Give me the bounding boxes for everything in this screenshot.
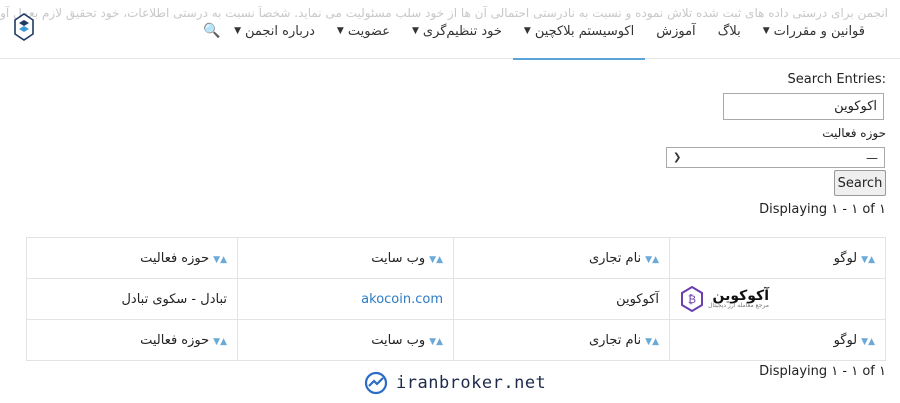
menu-item-about[interactable]: درباره انجمن ▼ [223,14,326,48]
column-label: نام تجاری [588,332,642,348]
menu-item-blockchain-ecosystem[interactable]: اکوسیستم بلاکچین ▼ [512,14,646,60]
sort-icon: ▲▼ [429,336,443,347]
menu-item-rules[interactable]: قوانین و مقررات ▼ [752,14,876,48]
menu-item-education[interactable]: آموزش [645,14,706,48]
chart-arrow-icon [364,371,388,395]
column-header-activity[interactable]: ▲▼حوزه فعالیت [26,237,238,279]
sort-icon: ▲▼ [645,254,659,265]
website-link[interactable]: akocoin.com [361,292,443,307]
sort-icon: ▲▼ [645,336,659,347]
column-footer-brand-name[interactable]: ▲▼نام تجاری [453,319,670,361]
sort-icon: ▲▼ [861,336,875,347]
menu-label: درباره انجمن [245,23,315,39]
cell-logo: ₿ آکوکوین مرجع معامله ارز دیجیتال [669,278,886,320]
column-footer-website[interactable]: ▲▼وب سایت [237,319,454,361]
column-label: حوزه فعالیت [140,332,210,348]
activity-field-label: حوزه فعالیت [822,126,886,140]
caret-down-icon: ▼ [336,26,344,36]
directory-table: ▲▼لوگو ▲▼نام تجاری ▲▼وب سایت ▲▼حوزه فعال… [26,237,886,361]
menu-label: قوانین و مقررات [773,23,865,39]
sort-icon: ▲▼ [213,336,227,347]
table-row: ₿ آکوکوین مرجع معامله ارز دیجیتال آکوکوی… [26,278,886,320]
displaying-count-bottom: Displaying ۱ - ۱ of ۱ [759,364,886,379]
search-icon[interactable]: 🔍 [201,23,223,39]
menu-label: بلاگ [717,23,741,39]
search-input[interactable] [723,93,884,120]
column-header-brand-name[interactable]: ▲▼نام تجاری [453,237,670,279]
table-header-row: ▲▼لوگو ▲▼نام تجاری ▲▼وب سایت ▲▼حوزه فعال… [26,237,886,279]
column-label: حوزه فعالیت [140,250,210,266]
search-entries-label: Search Entries: [787,72,886,87]
logo-wordmark: آکوکوین [712,288,770,304]
caret-down-icon: ▼ [762,26,770,36]
column-label: وب سایت [371,250,426,266]
menu-label: اکوسیستم بلاکچین [534,23,635,39]
menu-item-blog[interactable]: بلاگ [707,14,752,48]
watermark: iranbroker.net [364,371,546,395]
column-label: وب سایت [371,332,426,348]
menu-item-membership[interactable]: عضویت ▼ [326,14,401,48]
menu-label: خود تنظیم‌گری [422,23,502,39]
cell-website: akocoin.com [237,278,454,320]
svg-text:₿: ₿ [688,293,696,306]
sort-icon: ▲▼ [429,254,443,265]
column-footer-logo[interactable]: ▲▼لوگو [669,319,886,361]
cell-brand-name: آکوکوین [453,278,670,320]
akocoin-emblem-icon: ₿ [681,286,703,312]
sort-icon: ▲▼ [861,254,875,265]
displaying-count-top: Displaying ۱ - ۱ of ۱ [759,202,886,217]
caret-down-icon: ▼ [234,26,241,36]
sort-icon: ▲▼ [213,254,227,265]
table-footer-row: ▲▼لوگو ▲▼نام تجاری ▲▼وب سایت ▲▼حوزه فعال… [26,319,886,361]
column-label: لوگو [833,332,858,348]
chevron-down-icon: ❯ [673,152,682,163]
caret-down-icon: ▼ [523,26,531,36]
column-footer-activity[interactable]: ▲▼حوزه فعالیت [26,319,238,361]
column-header-logo[interactable]: ▲▼لوگو [669,237,886,279]
watermark-text: iranbroker.net [396,373,547,393]
caret-down-icon: ▼ [411,26,419,36]
cell-activity: تبادل - سکوی تبادل [26,278,238,320]
column-label: لوگو [833,250,858,266]
site-logo-icon[interactable] [13,12,35,42]
search-button[interactable]: Search [834,170,886,196]
column-header-website[interactable]: ▲▼وب سایت [237,237,454,279]
menu-item-self-regulation[interactable]: خود تنظیم‌گری ▼ [401,14,513,48]
menu-label: آموزش [656,23,696,39]
activity-select[interactable]: ❯ — [666,147,885,168]
column-label: نام تجاری [588,250,642,266]
main-menu: 🔍 درباره انجمن ▼ عضویت ▼ خود تنظیم‌گری ▼ اک… [201,14,876,60]
menu-label: عضویت [347,23,390,39]
select-value: — [866,150,878,165]
akocoin-logo[interactable]: ₿ آکوکوین مرجع معامله ارز دیجیتال [680,286,875,312]
top-navigation-bar: انجمن برای درستی داده های ثبت شده تلاش ن… [0,0,900,60]
logo-tagline: مرجع معامله ارز دیجیتال [708,302,769,309]
